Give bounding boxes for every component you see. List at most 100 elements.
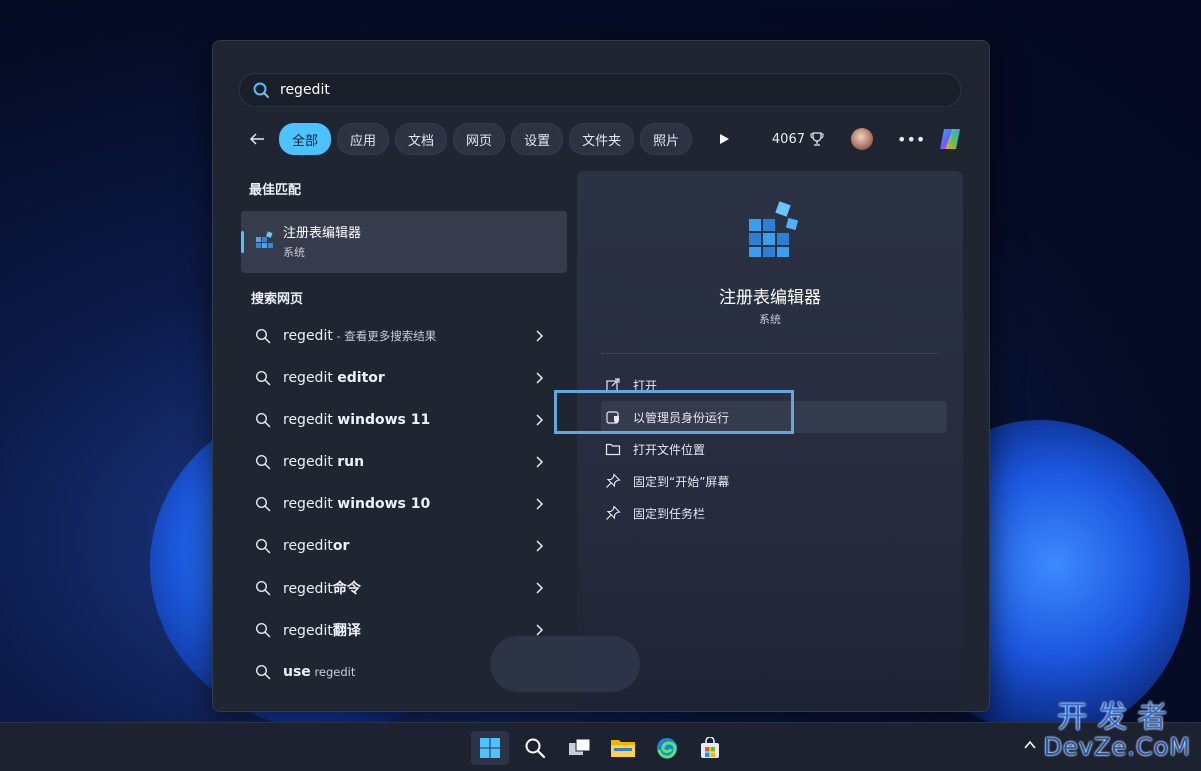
action-run-as-admin[interactable]: 以管理员身份运行	[601, 401, 947, 433]
web-result-text: regeditor	[283, 538, 349, 554]
action-pin-to-taskbar[interactable]: 固定到任务栏	[601, 497, 947, 529]
web-result-bold: editor	[337, 370, 385, 386]
search-icon	[255, 454, 271, 470]
web-result-row[interactable]: regedit - 查看更多搜索结果	[241, 315, 567, 357]
web-result-prefix: regedit	[283, 496, 338, 512]
action-pin-to-start-label: 固定到“开始”屏幕	[633, 474, 730, 489]
trophy-icon	[810, 132, 824, 146]
taskbar-search-button[interactable]	[516, 731, 554, 765]
chevron-up-icon[interactable]	[1022, 737, 1038, 753]
registry-editor-icon	[256, 231, 273, 248]
filter-bar-right: 4067 •••	[772, 124, 965, 154]
user-avatar[interactable]	[851, 128, 873, 150]
filter-bar: 全部 应用 文档 网页 设置 文件夹 照片 4067 •••	[243, 123, 965, 155]
web-search-title: 搜索网页	[251, 292, 304, 307]
chevron-right-icon[interactable]	[533, 370, 545, 386]
filter-chip-all[interactable]: 全部	[279, 123, 332, 155]
copilot-icon[interactable]	[935, 124, 965, 154]
play-icon	[720, 134, 730, 144]
web-result-prefix: regedit	[283, 370, 338, 386]
pin-icon	[606, 505, 621, 520]
best-match-title: 最佳匹配	[249, 183, 302, 198]
store-icon	[701, 737, 719, 758]
filter-chip-documents[interactable]: 文档	[395, 123, 448, 155]
filter-chip-apps[interactable]: 应用	[337, 123, 390, 155]
filter-chip-settings[interactable]: 设置	[511, 123, 564, 155]
back-button[interactable]	[243, 125, 271, 153]
web-result-prefix: regedit	[283, 328, 333, 344]
filter-chip-photos[interactable]: 照片	[640, 123, 693, 155]
file-explorer-button[interactable]	[604, 731, 642, 765]
web-result-bold: windows 11	[337, 412, 431, 428]
action-pin-to-taskbar-label: 固定到任务栏	[633, 506, 706, 521]
web-result-row[interactable]: regeditor	[241, 525, 567, 567]
web-result-text: regedit editor	[283, 370, 385, 386]
web-result-prefix: regedit	[283, 581, 333, 597]
more-options-button[interactable]: •••	[897, 130, 925, 149]
edge-browser-button[interactable]	[648, 731, 686, 765]
action-open-file-location-label: 打开文件位置	[633, 442, 706, 457]
chevron-right-icon[interactable]	[533, 538, 545, 554]
best-match-name: 注册表编辑器	[283, 226, 362, 241]
search-input[interactable]	[278, 81, 922, 99]
web-result-text: regedit windows 10	[283, 496, 430, 512]
start-button[interactable]	[471, 731, 509, 765]
rewards-points[interactable]: 4067	[772, 131, 825, 147]
web-result-row[interactable]: regedit editor	[241, 357, 567, 399]
open-external-icon	[606, 378, 620, 392]
search-icon	[255, 538, 271, 554]
web-result-text: regedit windows 11	[283, 412, 430, 428]
web-result-text: regedit翻译	[283, 620, 361, 640]
web-result-bold: 命令	[332, 581, 361, 597]
web-result-row[interactable]: regedit windows 11	[241, 399, 567, 441]
web-result-row[interactable]: regedit run	[241, 441, 567, 483]
folder-icon	[605, 443, 621, 456]
filter-chip-folders[interactable]: 文件夹	[569, 123, 635, 155]
search-icon	[255, 496, 271, 512]
detail-app-name: 注册表编辑器	[719, 288, 821, 308]
web-result-bold: use	[283, 664, 311, 680]
best-match-item[interactable]: 注册表编辑器 系统	[241, 211, 567, 273]
web-result-suffix: regedit	[310, 665, 356, 679]
web-result-row[interactable]: regedit windows 10	[241, 483, 567, 525]
web-result-text: use regedit	[283, 664, 355, 680]
microsoft-store-button[interactable]	[691, 731, 729, 765]
more-filters-button[interactable]	[710, 125, 738, 153]
action-open-file-location[interactable]: 打开文件位置	[601, 433, 947, 465]
web-result-prefix: regedit	[283, 623, 333, 639]
blur-overlay	[490, 636, 640, 692]
web-result-suffix: - 查看更多搜索结果	[332, 329, 437, 343]
web-result-bold: run	[337, 454, 365, 470]
chevron-right-icon[interactable]	[533, 496, 545, 512]
web-result-text: regedit命令	[283, 578, 361, 598]
taskbar	[0, 722, 1201, 771]
web-result-prefix: regedit	[283, 412, 338, 428]
chevron-right-icon[interactable]	[533, 580, 545, 596]
shield-admin-icon	[606, 411, 620, 424]
detail-actions: 打开 以管理员身份运行 打开文件位置 固定到“开始”屏幕 固定到任务栏	[601, 369, 947, 529]
action-open[interactable]: 打开	[601, 369, 947, 401]
action-pin-to-start[interactable]: 固定到“开始”屏幕	[601, 465, 947, 497]
web-result-row[interactable]: regedit命令	[241, 567, 567, 609]
web-result-prefix: regedit	[283, 538, 333, 554]
web-result-text: regedit - 查看更多搜索结果	[283, 328, 436, 344]
detail-pane: 注册表编辑器 系统 打开 以管理员身份运行 打开文件位置 固定到“开始”屏幕 固…	[577, 171, 963, 711]
chevron-right-icon[interactable]	[533, 454, 545, 470]
action-open-label: 打开	[633, 378, 658, 393]
web-result-bold: windows 10	[337, 496, 431, 512]
task-view-button[interactable]	[561, 731, 599, 765]
search-icon	[253, 82, 269, 98]
chevron-right-icon[interactable]	[533, 412, 545, 428]
search-icon	[255, 412, 271, 428]
task-view-icon	[569, 738, 591, 755]
search-icon	[525, 738, 546, 759]
filter-chip-web[interactable]: 网页	[453, 123, 506, 155]
search-icon	[255, 328, 271, 344]
chevron-right-icon[interactable]	[533, 328, 545, 344]
windows-logo-icon	[480, 738, 500, 758]
best-match-subtitle: 系统	[283, 246, 305, 259]
search-box[interactable]	[239, 73, 961, 107]
folder-icon	[611, 740, 635, 757]
selection-indicator	[241, 231, 244, 253]
web-result-bold: or	[332, 538, 350, 554]
